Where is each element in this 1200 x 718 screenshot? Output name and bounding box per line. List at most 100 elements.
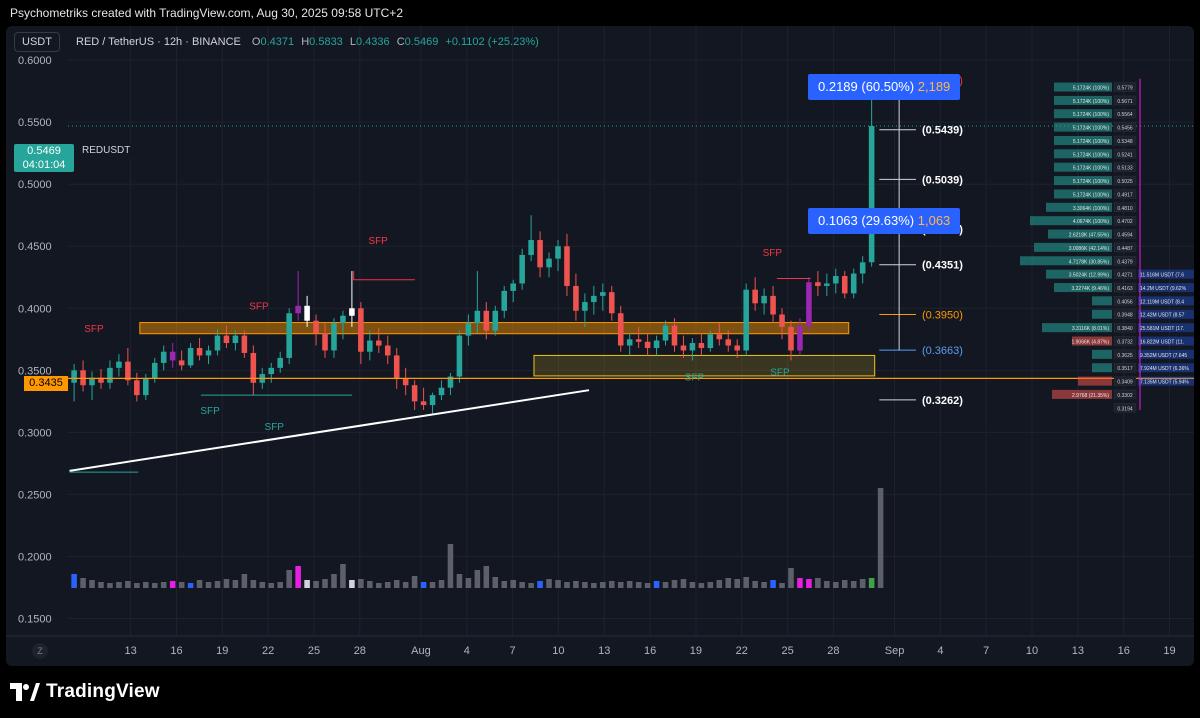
volume-bar	[456, 574, 463, 588]
volume-bar	[806, 579, 812, 588]
zones	[139, 322, 876, 377]
volume-bar	[671, 580, 678, 588]
y-tick-label: 0.4500	[18, 241, 52, 253]
candle-body	[286, 313, 292, 358]
book-size-label: 3.0086K (42.14%)	[1069, 246, 1110, 252]
fib-level-label: (0.3262)	[922, 395, 963, 407]
volume-bar	[295, 566, 301, 588]
book-usdt-label: 25.581M USDT (17.	[1140, 326, 1184, 332]
volume-bar	[420, 582, 427, 588]
volume-bar	[483, 566, 490, 588]
candle-body	[277, 357, 283, 368]
book-price-label: 0.3948	[1117, 313, 1133, 319]
volume-bar	[80, 578, 86, 588]
ohlc-legend: RED / TetherUS · 12h · BINANCE O0.4371 H…	[76, 32, 543, 52]
volume-bar	[465, 578, 472, 588]
volume-bar	[564, 582, 570, 588]
book-price-label: 0.3517	[1117, 366, 1133, 372]
candle-body	[573, 285, 579, 311]
attribution-text: Psychometriks created with TradingView.c…	[10, 6, 403, 20]
volume-bar	[492, 577, 499, 588]
volume-bar	[600, 582, 606, 588]
volume-bars	[71, 488, 884, 588]
candle-body	[223, 335, 230, 344]
chart-frame[interactable]: (0.5839)(0.5439)(0.5039)(0.4638)(0.4351)…	[6, 26, 1194, 666]
measure-box-top[interactable]: 0.2189 (60.50%) 2,189	[808, 74, 961, 100]
x-tick-label: 7	[983, 645, 989, 657]
book-price-label: 0.5671	[1117, 99, 1133, 105]
book-price-label: 0.4271	[1117, 273, 1133, 279]
candle-body	[689, 343, 696, 351]
book-price-label: 0.4810	[1117, 206, 1133, 212]
symbol-button[interactable]: USDT	[14, 32, 60, 52]
book-usdt-label: 7.924M USDT (6.36%	[1140, 366, 1189, 372]
book-price-label: 0.3409	[1117, 380, 1133, 386]
x-tick-label: 4	[937, 645, 943, 657]
volume-bar	[770, 580, 776, 588]
candle-body	[671, 325, 678, 346]
volume-bar	[877, 488, 884, 588]
candle-body	[519, 254, 525, 284]
volume-bar	[169, 581, 176, 588]
fib-level-label: (0.5039)	[922, 174, 963, 186]
candle-body	[716, 334, 723, 340]
x-tick-label: 28	[354, 645, 366, 657]
tradingview-logo-text: TradingView	[46, 681, 160, 702]
candle-body	[653, 340, 660, 348]
book-price-label: 0.4163	[1117, 286, 1133, 292]
attribution-bar: Psychometriks created with TradingView.c…	[0, 0, 1200, 26]
fib-level-label: (0.5439)	[922, 125, 963, 137]
book-size-label: 5.1724K (100%)	[1073, 139, 1109, 145]
candle-body	[232, 335, 239, 344]
candle-body	[125, 361, 131, 381]
volume-bar	[402, 582, 409, 588]
volume-bar	[107, 583, 113, 588]
book-price-label: 0.5133	[1117, 166, 1133, 172]
candle-body	[465, 323, 472, 336]
volume-bar	[824, 581, 830, 588]
x-tick-label: 16	[1118, 645, 1130, 657]
volume-bar	[474, 570, 481, 588]
timezone-button[interactable]: Z	[32, 643, 48, 659]
volume-bar	[761, 582, 767, 588]
volume-bar	[833, 582, 839, 588]
volume-bar	[134, 583, 140, 588]
volume-bar	[331, 574, 337, 588]
chart-canvas[interactable]: (0.5839)(0.5439)(0.5039)(0.4638)(0.4351)…	[6, 26, 1194, 666]
volume-bar	[214, 581, 221, 588]
candle-body	[429, 395, 436, 406]
pair-label: RED / TetherUS · 12h · BINANCE	[76, 36, 241, 48]
measure-box-mid[interactable]: 0.1063 (29.63%) 1,063	[808, 208, 961, 234]
book-size-label: 3.3064K (100%)	[1073, 206, 1109, 212]
sfp-label: SFP	[249, 302, 269, 313]
book-size-label: 2.6218K (47.55%)	[1069, 233, 1110, 239]
measure-top-ticks: 2,189	[917, 79, 951, 94]
volume-bar	[89, 580, 95, 588]
book-usdt-label: 16.822M USDT (11.	[1140, 340, 1184, 346]
book-bar	[1092, 309, 1112, 319]
candle-body	[662, 325, 669, 341]
sfp-label: SFP	[84, 324, 104, 335]
candle-body	[358, 308, 364, 352]
book-size-label: 5.1724K (100%)	[1073, 179, 1109, 185]
volume-bar	[160, 582, 167, 588]
x-tick-label: 10	[1026, 645, 1038, 657]
book-price-label: 0.4702	[1117, 219, 1133, 225]
trend-line	[69, 389, 590, 472]
candle-body	[824, 283, 830, 286]
volume-bar	[779, 583, 785, 588]
candle-body	[349, 308, 355, 316]
x-tick-label: Aug	[411, 645, 431, 657]
candle-body	[214, 335, 221, 351]
yellow-zone	[533, 354, 876, 377]
candle-body	[295, 305, 301, 314]
book-usdt-label: 9.352M USDT (7.645	[1140, 353, 1187, 359]
book-price-label: 0.4917	[1117, 193, 1133, 199]
candle-body	[107, 367, 113, 383]
book-usdt-label: 11.516M USDT (7.6	[1140, 273, 1184, 279]
candle-body	[752, 289, 758, 304]
candle-body	[322, 333, 328, 351]
high-label: H	[301, 36, 310, 48]
candle-body	[680, 345, 687, 351]
volume-bar	[447, 544, 454, 588]
